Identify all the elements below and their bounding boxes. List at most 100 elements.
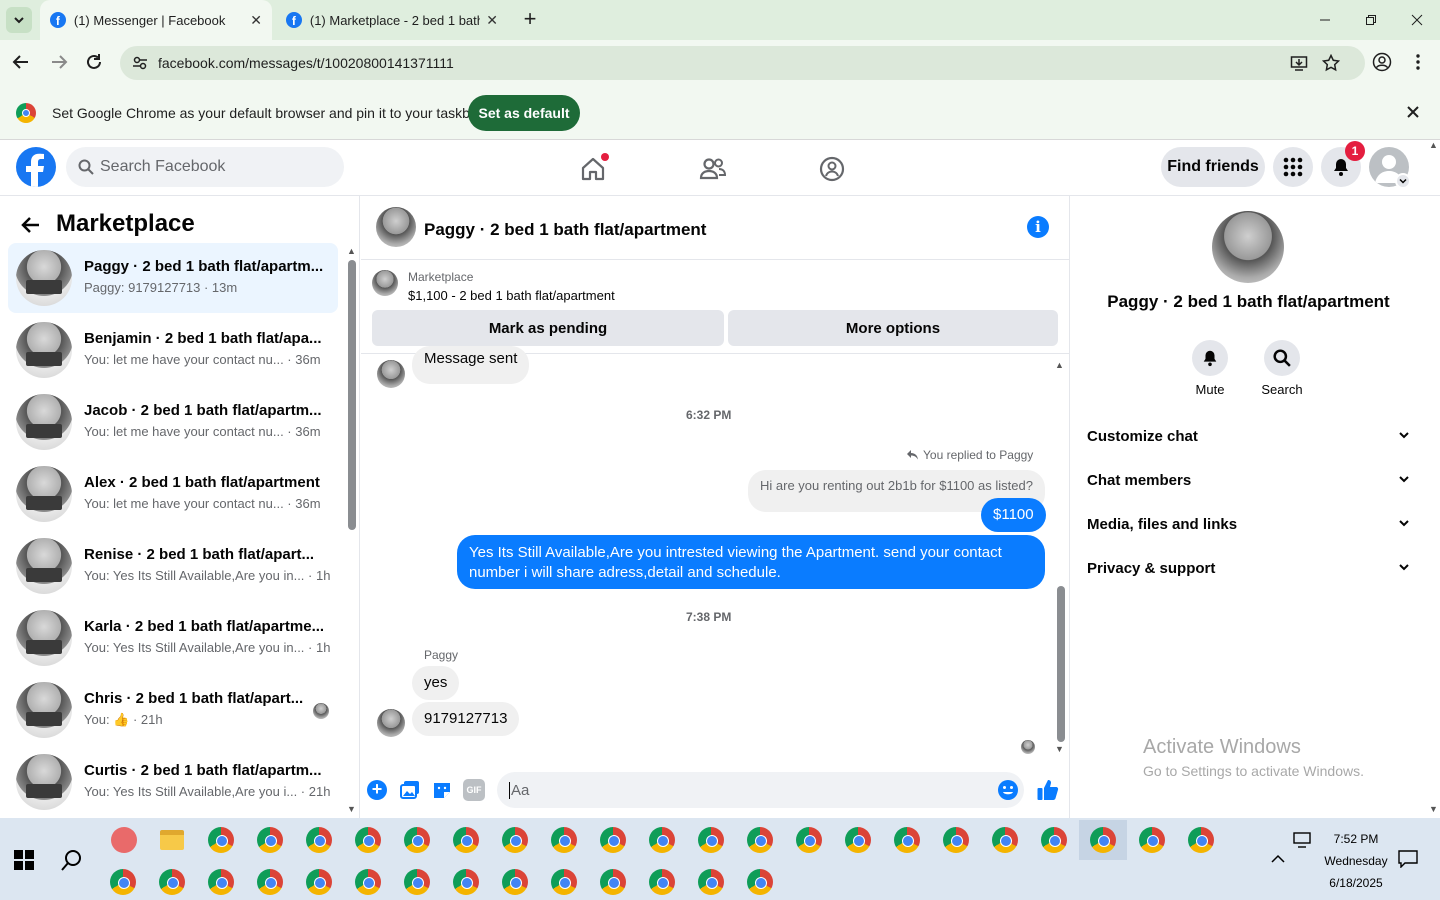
chrome-window-icon[interactable] xyxy=(257,827,283,853)
tab-marketplace[interactable]: f (1) Marketplace - 2 bed 1 bath ✕ xyxy=(276,0,508,40)
conversation-item[interactable]: Paggy · 2 bed 1 bath flat/apartm... Pagg… xyxy=(8,243,338,313)
conversation-info-button[interactable]: i xyxy=(1027,216,1049,238)
back-button[interactable] xyxy=(10,51,32,73)
close-window-button[interactable] xyxy=(1394,0,1440,40)
notifications-button[interactable]: 1 xyxy=(1321,141,1365,187)
scroll-down-arrow[interactable]: ▼ xyxy=(1055,744,1064,754)
conversation-item[interactable]: Benjamin · 2 bed 1 bath flat/apa... You:… xyxy=(8,315,338,385)
chrome-window-icon[interactable] xyxy=(1139,827,1165,853)
chat-title[interactable]: Paggy · 2 bed 1 bath flat/apartment xyxy=(424,220,706,240)
new-tab-button[interactable]: + xyxy=(518,8,542,32)
message-bubble[interactable]: Message sent xyxy=(412,346,530,384)
chrome-window-icon[interactable] xyxy=(845,827,871,853)
start-button[interactable] xyxy=(14,850,34,870)
conversation-item[interactable]: Jacob · 2 bed 1 bath flat/apartm... You:… xyxy=(8,387,338,457)
attach-photo-button[interactable] xyxy=(399,779,421,801)
conversation-item[interactable]: Karla · 2 bed 1 bath flat/apartme... You… xyxy=(8,603,338,673)
profile-button[interactable] xyxy=(1372,52,1392,72)
nav-home[interactable] xyxy=(573,149,613,189)
chrome-window-icon[interactable] xyxy=(747,827,773,853)
chrome-window-icon[interactable] xyxy=(502,827,528,853)
chrome-window-icon[interactable] xyxy=(747,869,773,895)
chrome-window-icon[interactable] xyxy=(355,869,381,895)
chrome-window-icon[interactable] xyxy=(208,827,234,853)
message-bubble[interactable]: yes xyxy=(412,666,460,700)
tab-search-button[interactable] xyxy=(6,7,32,33)
emoji-icon[interactable] xyxy=(997,779,1019,801)
message-bubble[interactable]: $1100 xyxy=(981,498,1046,532)
conversation-list-scrollbar[interactable] xyxy=(348,260,356,530)
profile-avatar[interactable] xyxy=(1212,211,1284,283)
chrome-window-icon[interactable] xyxy=(1090,827,1116,853)
conversation-item[interactable]: Renise · 2 bed 1 bath flat/apart... You:… xyxy=(8,531,338,601)
page-scroll-down-arrow[interactable]: ▼ xyxy=(1429,804,1438,814)
chrome-window-icon[interactable] xyxy=(355,827,381,853)
file-explorer-icon[interactable] xyxy=(160,830,184,850)
chrome-window-icon[interactable] xyxy=(1188,827,1214,853)
minimize-button[interactable] xyxy=(1302,0,1348,40)
chrome-window-icon[interactable] xyxy=(404,827,430,853)
chrome-window-icon[interactable] xyxy=(502,869,528,895)
search-in-chat-button[interactable]: Search xyxy=(1242,340,1322,397)
network-icon[interactable] xyxy=(1293,832,1311,848)
scroll-down-arrow[interactable]: ▼ xyxy=(347,804,356,814)
chrome-window-icon[interactable] xyxy=(992,827,1018,853)
message-input[interactable]: Aa xyxy=(497,772,1024,808)
facebook-logo-icon[interactable] xyxy=(16,147,56,187)
account-chevron-icon[interactable] xyxy=(1395,173,1411,189)
more-options-button[interactable]: More options xyxy=(728,310,1058,346)
chrome-window-icon[interactable] xyxy=(453,827,479,853)
find-friends-button[interactable]: Find friends xyxy=(1161,147,1265,187)
section-customize-chat[interactable]: Customize chat xyxy=(1087,428,1411,445)
chrome-window-icon[interactable] xyxy=(404,869,430,895)
reload-button[interactable] xyxy=(84,52,104,72)
scroll-up-arrow[interactable]: ▲ xyxy=(347,246,356,256)
forward-button[interactable] xyxy=(48,51,70,73)
chrome-window-icon[interactable] xyxy=(894,827,920,853)
message-bubble[interactable]: Yes Its Still Available,Are you intreste… xyxy=(457,535,1045,589)
chrome-window-icon[interactable] xyxy=(551,827,577,853)
install-app-icon[interactable] xyxy=(1290,54,1308,72)
chrome-window-icon[interactable] xyxy=(600,827,626,853)
chat-scrollbar[interactable] xyxy=(1057,586,1065,742)
gif-button[interactable]: GIF xyxy=(463,779,485,801)
chrome-window-icon[interactable] xyxy=(257,869,283,895)
back-button[interactable] xyxy=(20,214,42,236)
nav-friends[interactable] xyxy=(693,149,733,189)
conversation-item[interactable]: Curtis · 2 bed 1 bath flat/apartm... You… xyxy=(8,747,338,817)
listing-thumbnail[interactable] xyxy=(372,270,398,296)
menu-button[interactable] xyxy=(1273,147,1313,187)
conversation-item[interactable]: Alex · 2 bed 1 bath flat/apartment You: … xyxy=(8,459,338,529)
chrome-window-icon[interactable] xyxy=(796,827,822,853)
close-infobar-button[interactable] xyxy=(1406,105,1420,119)
section-chat-members[interactable]: Chat members xyxy=(1087,472,1411,489)
chrome-window-icon[interactable] xyxy=(649,827,675,853)
chrome-window-icon[interactable] xyxy=(453,869,479,895)
facebook-search-input[interactable]: Search Facebook xyxy=(66,147,344,187)
chrome-window-icon[interactable] xyxy=(698,869,724,895)
scroll-up-arrow[interactable]: ▲ xyxy=(1055,360,1064,370)
more-actions-button[interactable]: + xyxy=(367,780,387,800)
notification-center-button[interactable] xyxy=(1398,850,1418,868)
app-snipping-icon[interactable] xyxy=(111,827,137,853)
site-settings-icon[interactable] xyxy=(132,55,148,71)
tab-messenger[interactable]: f (1) Messenger | Facebook ✕ xyxy=(40,0,272,40)
section-media-files-links[interactable]: Media, files and links xyxy=(1087,516,1411,533)
conversation-item[interactable]: Chris · 2 bed 1 bath flat/apart... You: … xyxy=(8,675,338,745)
like-button[interactable] xyxy=(1036,778,1060,802)
chrome-window-icon[interactable] xyxy=(159,869,185,895)
listing-title[interactable]: $1,100 - 2 bed 1 bath flat/apartment xyxy=(408,288,615,303)
chat-avatar[interactable] xyxy=(376,207,416,247)
chrome-window-icon[interactable] xyxy=(698,827,724,853)
taskbar-search-button[interactable] xyxy=(60,848,84,872)
close-tab-icon[interactable]: ✕ xyxy=(486,12,498,29)
chrome-window-icon[interactable] xyxy=(110,869,136,895)
mute-button[interactable]: Mute xyxy=(1170,340,1250,397)
mark-as-pending-button[interactable]: Mark as pending xyxy=(372,310,724,346)
page-scroll-up-arrow[interactable]: ▲ xyxy=(1429,140,1438,150)
show-hidden-icons[interactable] xyxy=(1270,854,1286,864)
bookmark-star-icon[interactable] xyxy=(1322,54,1340,72)
address-bar[interactable]: facebook.com/messages/t/1002080014137111… xyxy=(120,46,1365,80)
chrome-window-icon[interactable] xyxy=(306,827,332,853)
chrome-window-icon[interactable] xyxy=(306,869,332,895)
